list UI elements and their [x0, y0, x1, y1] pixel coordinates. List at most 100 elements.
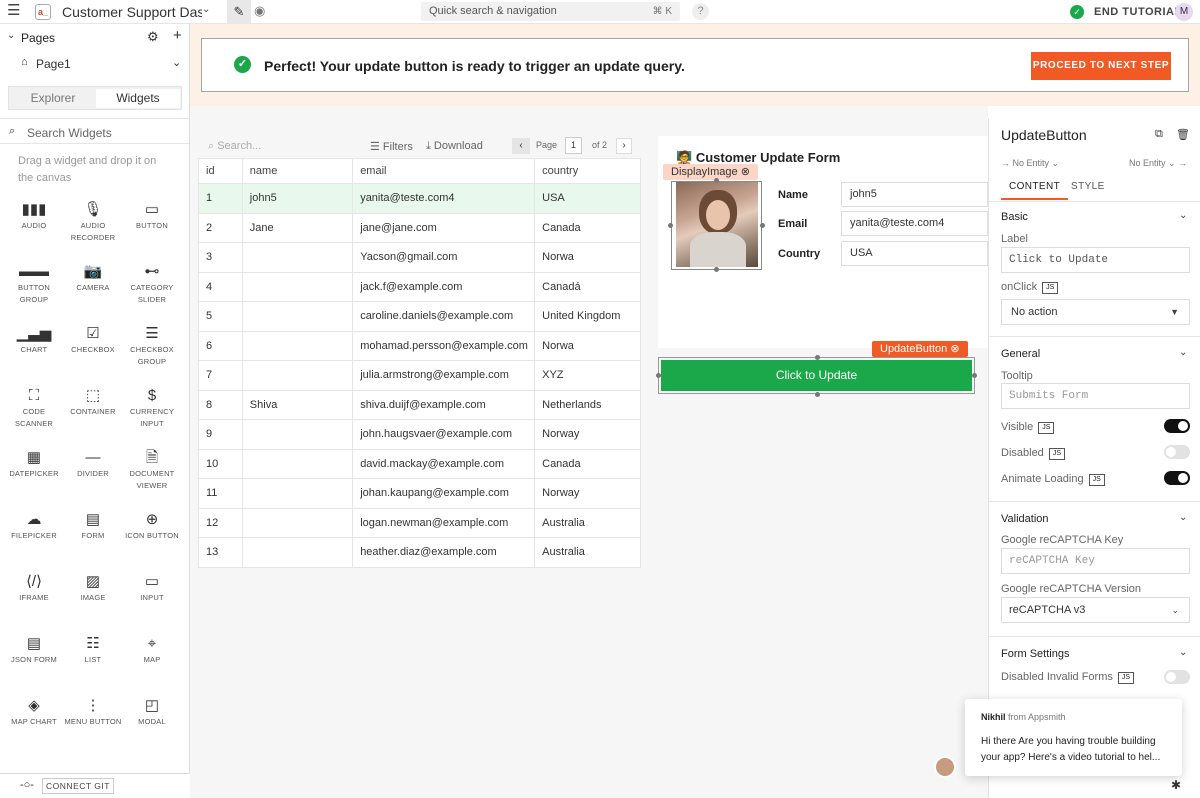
- table-cell-country[interactable]: XYZ: [534, 360, 641, 391]
- table-cell-name[interactable]: [241, 537, 354, 568]
- download-button[interactable]: ⤓ Download: [426, 140, 483, 153]
- table-cell-country[interactable]: Australia: [534, 507, 641, 538]
- table-cell-country[interactable]: United Kingdom: [534, 301, 641, 332]
- recaptcha-version-select[interactable]: reCAPTCHA v3 ⌄: [1001, 597, 1190, 623]
- resize-handle[interactable]: [668, 223, 673, 228]
- table-cell-email[interactable]: shiva.duijf@example.com: [352, 389, 536, 420]
- table-cell-name[interactable]: [241, 419, 354, 450]
- table-cell-id[interactable]: 5: [198, 301, 243, 332]
- table-row[interactable]: 5 caroline.daniels@example.com United King…: [198, 301, 641, 332]
- table-cell-email[interactable]: johan.kaupang@example.com: [352, 478, 536, 509]
- widget-card-map-chart[interactable]: ◈ MAP CHART: [3, 696, 65, 728]
- table-cell-country[interactable]: Canadá: [534, 271, 641, 302]
- widget-card-list[interactable]: ☷ LIST: [62, 634, 124, 666]
- table-cell-email[interactable]: jane@jane.com: [352, 212, 536, 243]
- column-header-country[interactable]: country: [534, 158, 641, 184]
- outgoing-entity[interactable]: No Entity ⌄ →: [1129, 158, 1187, 169]
- table-row[interactable]: 8 Shiva shiva.duijf@example.com Netherlands: [198, 389, 641, 420]
- table-cell-id[interactable]: 8: [198, 389, 243, 420]
- table-cell-name[interactable]: [241, 507, 354, 538]
- widget-card-button[interactable]: ▭ BUTTON: [121, 200, 183, 232]
- disabled-toggle[interactable]: [1164, 445, 1190, 459]
- resize-handle[interactable]: [714, 178, 719, 183]
- column-header-id[interactable]: id: [198, 158, 243, 184]
- widget-name[interactable]: UpdateButton: [1001, 127, 1087, 143]
- update-button-tag[interactable]: UpdateButton ⊗: [872, 341, 968, 357]
- hamburger-menu-icon[interactable]: ☰: [7, 3, 21, 18]
- app-title[interactable]: Customer Support Das...: [62, 4, 202, 20]
- chevron-down-icon[interactable]: ⌄: [1179, 512, 1187, 523]
- table-cell-name[interactable]: [241, 242, 354, 273]
- column-header-email[interactable]: email: [352, 158, 536, 184]
- widget-card-filepicker[interactable]: ☁ FILEPICKER: [3, 510, 65, 542]
- connect-git-button[interactable]: CONNECT GIT: [42, 778, 114, 794]
- table-cell-id[interactable]: 13: [198, 537, 243, 568]
- widget-card-container[interactable]: ⬚ CONTAINER: [62, 386, 124, 418]
- resize-handle[interactable]: [760, 223, 765, 228]
- widget-card-divider[interactable]: — DIVIDER: [62, 448, 124, 480]
- table-row[interactable]: 2 Jane jane@jane.com Canada: [198, 212, 641, 243]
- widget-card-code-scanner[interactable]: ⛶ CODE SCANNER: [3, 386, 65, 430]
- table-cell-name[interactable]: john5: [241, 183, 354, 214]
- table-row[interactable]: 1 john5 yanita@teste.com4 USA: [198, 183, 641, 214]
- tab-widgets[interactable]: Widgets: [96, 89, 180, 108]
- widget-card-form[interactable]: ▤ FORM: [62, 510, 124, 542]
- customer-photo[interactable]: [676, 182, 758, 267]
- resize-handle[interactable]: [972, 373, 977, 378]
- disabled-invalid-forms-toggle[interactable]: [1164, 670, 1190, 684]
- table-cell-email[interactable]: julia.armstrong@example.com: [352, 360, 536, 391]
- widget-card-button-group[interactable]: ▬▬ BUTTON GROUP: [3, 262, 65, 306]
- table-cell-name[interactable]: [241, 360, 354, 391]
- js-toggle[interactable]: JS: [1038, 422, 1055, 434]
- table-cell-email[interactable]: jack.f@example.com: [352, 271, 536, 302]
- table-cell-id[interactable]: 6: [198, 330, 243, 361]
- chevron-down-icon[interactable]: ⌄: [1179, 347, 1187, 358]
- table-cell-email[interactable]: heather.diaz@example.com: [352, 537, 536, 568]
- resize-handle[interactable]: [815, 355, 820, 360]
- table-cell-name[interactable]: Shiva: [241, 389, 354, 420]
- page-number-input[interactable]: 1: [565, 137, 582, 154]
- tooltip-input[interactable]: Submits Form: [1001, 383, 1190, 409]
- table-cell-name[interactable]: [241, 478, 354, 509]
- tab-explorer[interactable]: Explorer: [11, 89, 95, 108]
- next-page-button[interactable]: ›: [616, 138, 632, 154]
- avatar[interactable]: M: [1175, 3, 1193, 21]
- table-row[interactable]: 7 julia.armstrong@example.com XYZ: [198, 360, 641, 391]
- onclick-select[interactable]: No action ▼: [1001, 299, 1190, 325]
- widget-card-modal[interactable]: ◰ MODAL: [121, 696, 183, 728]
- widget-card-icon-button[interactable]: ⊕ ICON BUTTON: [121, 510, 183, 542]
- widget-card-category-slider[interactable]: ⊷ CATEGORY SLIDER: [121, 262, 183, 306]
- table-cell-name[interactable]: [241, 330, 354, 361]
- name-field[interactable]: john5: [841, 182, 988, 207]
- search-widgets-input[interactable]: ⌕ Search Widgets: [0, 118, 189, 144]
- trash-icon[interactable]: 🗑: [1176, 128, 1190, 141]
- validation-section-title[interactable]: Validation: [1001, 513, 1049, 525]
- table-cell-id[interactable]: 2: [198, 212, 243, 243]
- table-row[interactable]: 6 mohamad.persson@example.com Norwa: [198, 330, 641, 361]
- table-cell-country[interactable]: Norway: [534, 478, 641, 509]
- form-settings-section-title[interactable]: Form Settings: [1001, 648, 1069, 660]
- table-cell-country[interactable]: Canada: [534, 212, 641, 243]
- table-cell-country[interactable]: Norwa: [534, 330, 641, 361]
- filters-button[interactable]: ☰ Filters: [370, 140, 413, 153]
- incoming-entity[interactable]: → No Entity ⌄: [1001, 158, 1059, 169]
- table-row[interactable]: 3 Yacson@gmail.com Norwa: [198, 242, 641, 273]
- column-header-name[interactable]: name: [241, 158, 354, 184]
- table-row[interactable]: 11 johan.kaupang@example.com Norway: [198, 478, 641, 509]
- table-cell-id[interactable]: 9: [198, 419, 243, 450]
- js-toggle[interactable]: JS: [1048, 448, 1065, 460]
- table-cell-name[interactable]: [241, 301, 354, 332]
- js-toggle[interactable]: JS: [1088, 474, 1105, 486]
- table-cell-country[interactable]: Canada: [534, 448, 641, 479]
- email-field[interactable]: yanita@teste.com4: [841, 211, 988, 236]
- widget-card-currency-input[interactable]: $ CURRENCY INPUT: [121, 386, 183, 430]
- table-cell-id[interactable]: 11: [198, 478, 243, 509]
- pages-header[interactable]: ⌄ Pages ⚙ +: [0, 24, 189, 50]
- label-input[interactable]: Click to Update: [1001, 247, 1190, 273]
- widget-card-checkbox-group[interactable]: ☰ CHECKBOX GROUP: [121, 324, 183, 368]
- chevron-down-icon[interactable]: ⌄: [1179, 647, 1187, 658]
- resize-handle[interactable]: [815, 392, 820, 397]
- table-cell-id[interactable]: 1: [198, 183, 243, 214]
- appsmith-logo-icon[interactable]: a_: [35, 4, 51, 20]
- js-toggle[interactable]: JS: [1042, 282, 1059, 294]
